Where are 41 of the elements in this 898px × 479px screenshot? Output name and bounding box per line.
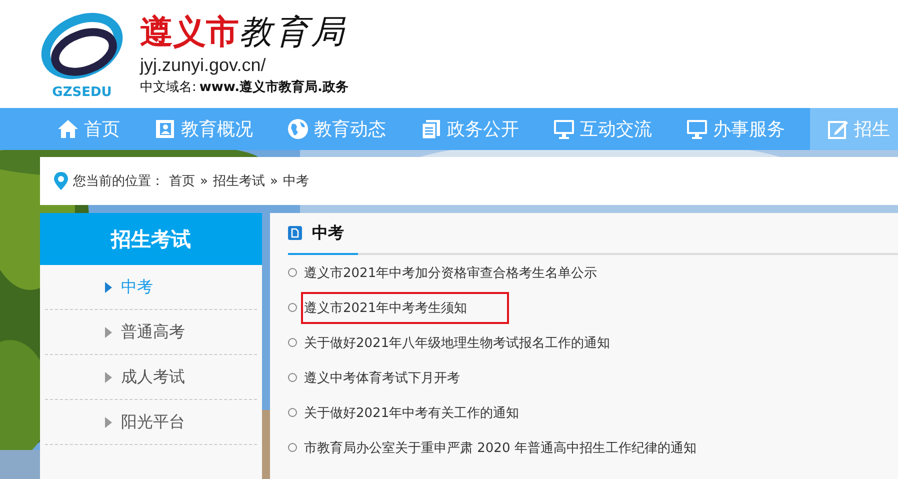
site-title: 遵义市 — [140, 13, 239, 53]
globe-icon — [287, 118, 309, 140]
bullet-icon — [288, 408, 297, 417]
sidebar-item[interactable]: 成人考试 — [45, 355, 257, 400]
bullet-icon — [288, 268, 297, 277]
news-link[interactable]: 遵义市2021年中考考生须知 — [301, 292, 510, 324]
sidebar-item[interactable]: 普通高考 — [45, 310, 257, 355]
home-icon — [57, 118, 79, 140]
news-link[interactable]: 市教育局办公室关于重申严肃 2020 年普通高中招生工作纪律的通知 — [301, 432, 702, 464]
monitor-icon — [553, 118, 575, 140]
sidebar-title: 招生考试 — [40, 213, 262, 265]
contact-card-icon — [154, 118, 176, 140]
bullet-icon — [288, 373, 297, 382]
document-icon — [288, 226, 302, 240]
news-link[interactable]: 遵义市2021年中考加分资格审查合格考生名单公示 — [301, 256, 602, 288]
news-link[interactable]: 关于做好2021年八年级地理生物考试报名工作的通知 — [301, 326, 616, 358]
breadcrumb-separator: » — [200, 174, 208, 188]
triangle-icon — [105, 416, 112, 428]
breadcrumb-separator: » — [270, 174, 278, 188]
domain-label: 中文域名: — [140, 79, 196, 96]
bullet-icon — [288, 338, 297, 347]
triangle-icon — [105, 326, 112, 338]
domain-text: jyj.zunyi.gov.cn/ — [140, 55, 267, 76]
location-pin-icon — [54, 172, 68, 190]
sidebar-item[interactable]: 阳光平台 — [45, 400, 257, 445]
triangle-icon — [105, 282, 112, 292]
document-icon — [420, 118, 442, 140]
breadcrumb-link[interactable]: 招生考试 — [212, 172, 265, 190]
domain-text: www.遵义市教育局.政务 — [199, 78, 348, 96]
bullet-icon — [288, 303, 297, 312]
breadcrumb-label: 您当前的位置： — [73, 173, 164, 190]
news-link[interactable]: 关于做好2021年中考有关工作的通知 — [301, 396, 524, 428]
breadcrumb-current: 中考 — [282, 173, 309, 190]
edit-icon — [827, 118, 849, 140]
monitor-icon — [686, 118, 708, 140]
bullet-icon — [288, 443, 297, 452]
breadcrumb-link[interactable]: 首页 — [169, 172, 195, 190]
triangle-icon — [105, 372, 112, 382]
news-link[interactable]: 遵义中考体育考试下月开考 — [301, 362, 465, 394]
site-title: 教育局 — [239, 12, 347, 52]
section-title: 中考 — [312, 222, 344, 244]
